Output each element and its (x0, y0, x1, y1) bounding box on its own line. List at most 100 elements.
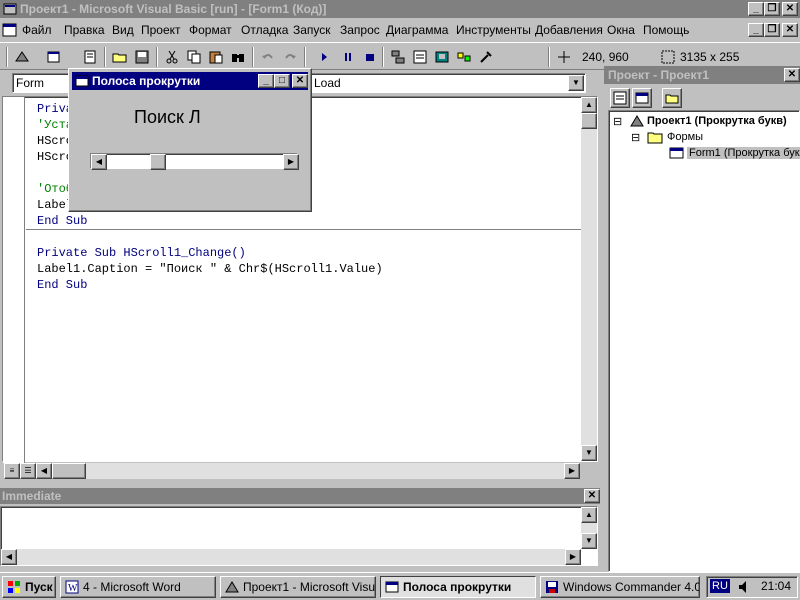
form-layout-icon[interactable] (432, 47, 452, 67)
find-icon[interactable] (228, 47, 248, 67)
window-title: Проект1 - Microsoft Visual Basic [run] -… (20, 2, 327, 16)
scroll-down-icon[interactable]: ▼ (581, 445, 597, 461)
full-module-view-icon[interactable]: ☰ (20, 463, 36, 479)
object-combo-value: Form (16, 76, 44, 90)
menu-tools[interactable]: Инструменты (456, 23, 531, 37)
form-title-bar[interactable]: Полоса прокрутки _ □ ✕ (72, 72, 308, 90)
form-maximize-button[interactable]: □ (274, 74, 290, 88)
undo-icon[interactable] (258, 47, 278, 67)
immediate-horizontal-scrollbar[interactable]: ◀ ▶ (1, 549, 581, 565)
scroll-up-icon[interactable]: ▲ (581, 507, 597, 523)
task-scrollbar-form[interactable]: Полоса прокрутки (380, 576, 536, 598)
taskbar: Пуск W 4 - Microsoft Word Проект1 - Micr… (0, 572, 800, 600)
code-vertical-scrollbar[interactable]: ▲ ▼ (581, 97, 597, 461)
tree-forms-folder[interactable]: Формы (667, 131, 703, 143)
stop-icon[interactable] (360, 47, 380, 67)
immediate-vertical-scrollbar[interactable]: ▲ ▼ (581, 507, 597, 549)
scroll-right-icon[interactable]: ▶ (565, 549, 581, 565)
close-button[interactable]: ✕ (782, 2, 798, 16)
chevron-down-icon[interactable]: ▼ (568, 75, 584, 91)
scroll-left-icon[interactable]: ◀ (1, 549, 17, 565)
task-word[interactable]: W 4 - Microsoft Word (60, 576, 216, 598)
menu-format[interactable]: Формат (189, 23, 232, 37)
menu-editor-icon[interactable] (80, 47, 100, 67)
properties-icon[interactable] (410, 47, 430, 67)
toggle-folders-icon[interactable] (662, 88, 682, 108)
cut-icon[interactable] (162, 47, 182, 67)
menu-help[interactable]: Помощь (643, 23, 689, 37)
run-icon[interactable] (314, 47, 334, 67)
immediate-close-button[interactable]: ✕ (584, 489, 600, 503)
scroll-down-icon[interactable]: ▼ (581, 533, 597, 549)
task-windows-commander[interactable]: Windows Commander 4.0... (540, 576, 700, 598)
menu-debug[interactable]: Отладка (241, 23, 288, 37)
menu-window[interactable]: Окна (607, 23, 635, 37)
menu-view[interactable]: Вид (112, 23, 134, 37)
pause-icon[interactable] (338, 47, 358, 67)
running-form-window[interactable]: Полоса прокрутки _ □ ✕ Поиск Л ◀ ▶ (68, 68, 312, 212)
add-form-icon[interactable] (44, 47, 64, 67)
position-icon (558, 51, 570, 63)
procedure-combo[interactable]: Load ▼ (310, 73, 586, 93)
menu-run[interactable]: Запуск (293, 23, 331, 37)
tree-collapse-icon[interactable]: ⊟ (613, 115, 622, 128)
code-gutter (3, 97, 25, 463)
hscroll1-thumb[interactable] (150, 154, 166, 170)
volume-icon[interactable] (737, 579, 751, 595)
toolbox-icon[interactable] (476, 47, 496, 67)
child-minimize-button[interactable]: _ (748, 23, 764, 37)
start-label: Пуск (25, 580, 53, 594)
word-icon: W (65, 580, 79, 594)
code-window-icon[interactable] (2, 22, 18, 38)
form-close-button[interactable]: ✕ (292, 74, 308, 88)
scroll-left-icon[interactable]: ◀ (36, 463, 52, 479)
menu-query[interactable]: Запрос (340, 23, 380, 37)
open-folder-icon[interactable] (110, 47, 130, 67)
object-browser-icon[interactable] (454, 47, 474, 67)
scroll-up-icon[interactable]: ▲ (581, 97, 597, 113)
project-tree[interactable]: ⊟ Проект1 (Прокрутка букв) ⊟ Формы Form1… (608, 110, 800, 572)
procedure-view-icon[interactable]: ≡ (4, 463, 20, 479)
minimize-button[interactable]: _ (748, 2, 764, 16)
project-icon (630, 115, 644, 127)
child-close-button[interactable]: ✕ (782, 23, 798, 37)
code-line: Label1.Caption = "Поиск " & Chr$(HScroll… (37, 262, 383, 276)
menu-addins[interactable]: Добавления (535, 23, 603, 37)
view-code-icon[interactable] (610, 88, 630, 108)
toolbar-grip (6, 47, 8, 67)
copy-icon[interactable] (184, 47, 204, 67)
procedure-combo-value: Load (314, 76, 341, 90)
task-vb[interactable]: Проект1 - Microsoft Visu... (220, 576, 376, 598)
project-explorer-icon[interactable] (388, 47, 408, 67)
form-minimize-button[interactable]: _ (258, 74, 274, 88)
tree-project-root[interactable]: Проект1 (Прокрутка букв) (647, 115, 787, 127)
scroll-right-icon[interactable]: ▶ (564, 463, 580, 479)
add-project-icon[interactable] (12, 47, 32, 67)
label1: Поиск Л (134, 107, 201, 127)
menu-diagram[interactable]: Диаграмма (386, 23, 448, 37)
scroll-thumb[interactable] (52, 463, 86, 479)
vb-icon (225, 581, 239, 593)
menu-file[interactable]: Файл (22, 23, 52, 37)
save-icon[interactable] (132, 47, 152, 67)
immediate-pane[interactable]: ▲ ▼ ◀ ▶ (0, 506, 598, 566)
restore-button[interactable]: ❐ (764, 2, 780, 16)
hscroll1[interactable]: ◀ ▶ (90, 153, 299, 170)
tree-collapse-icon[interactable]: ⊟ (631, 131, 640, 144)
tree-form-item[interactable]: Form1 (Прокрутка букв) (687, 147, 800, 159)
size-icon (661, 50, 675, 64)
redo-icon[interactable] (280, 47, 300, 67)
main-title-bar[interactable]: Проект1 - Microsoft Visual Basic [run] -… (0, 0, 800, 18)
child-restore-button[interactable]: ❐ (764, 23, 780, 37)
language-indicator[interactable]: RU (710, 579, 730, 593)
view-object-icon[interactable] (632, 88, 652, 108)
start-button[interactable]: Пуск (2, 576, 56, 598)
menu-project[interactable]: Проект (141, 23, 181, 37)
code-horizontal-scrollbar[interactable]: ◀ ▶ (36, 463, 580, 479)
paste-icon[interactable] (206, 47, 226, 67)
project-close-button[interactable]: ✕ (784, 68, 800, 82)
scroll-thumb[interactable] (581, 113, 597, 129)
scroll-left-icon[interactable]: ◀ (91, 154, 107, 170)
menu-edit[interactable]: Правка (64, 23, 105, 37)
scroll-right-icon[interactable]: ▶ (283, 154, 299, 170)
